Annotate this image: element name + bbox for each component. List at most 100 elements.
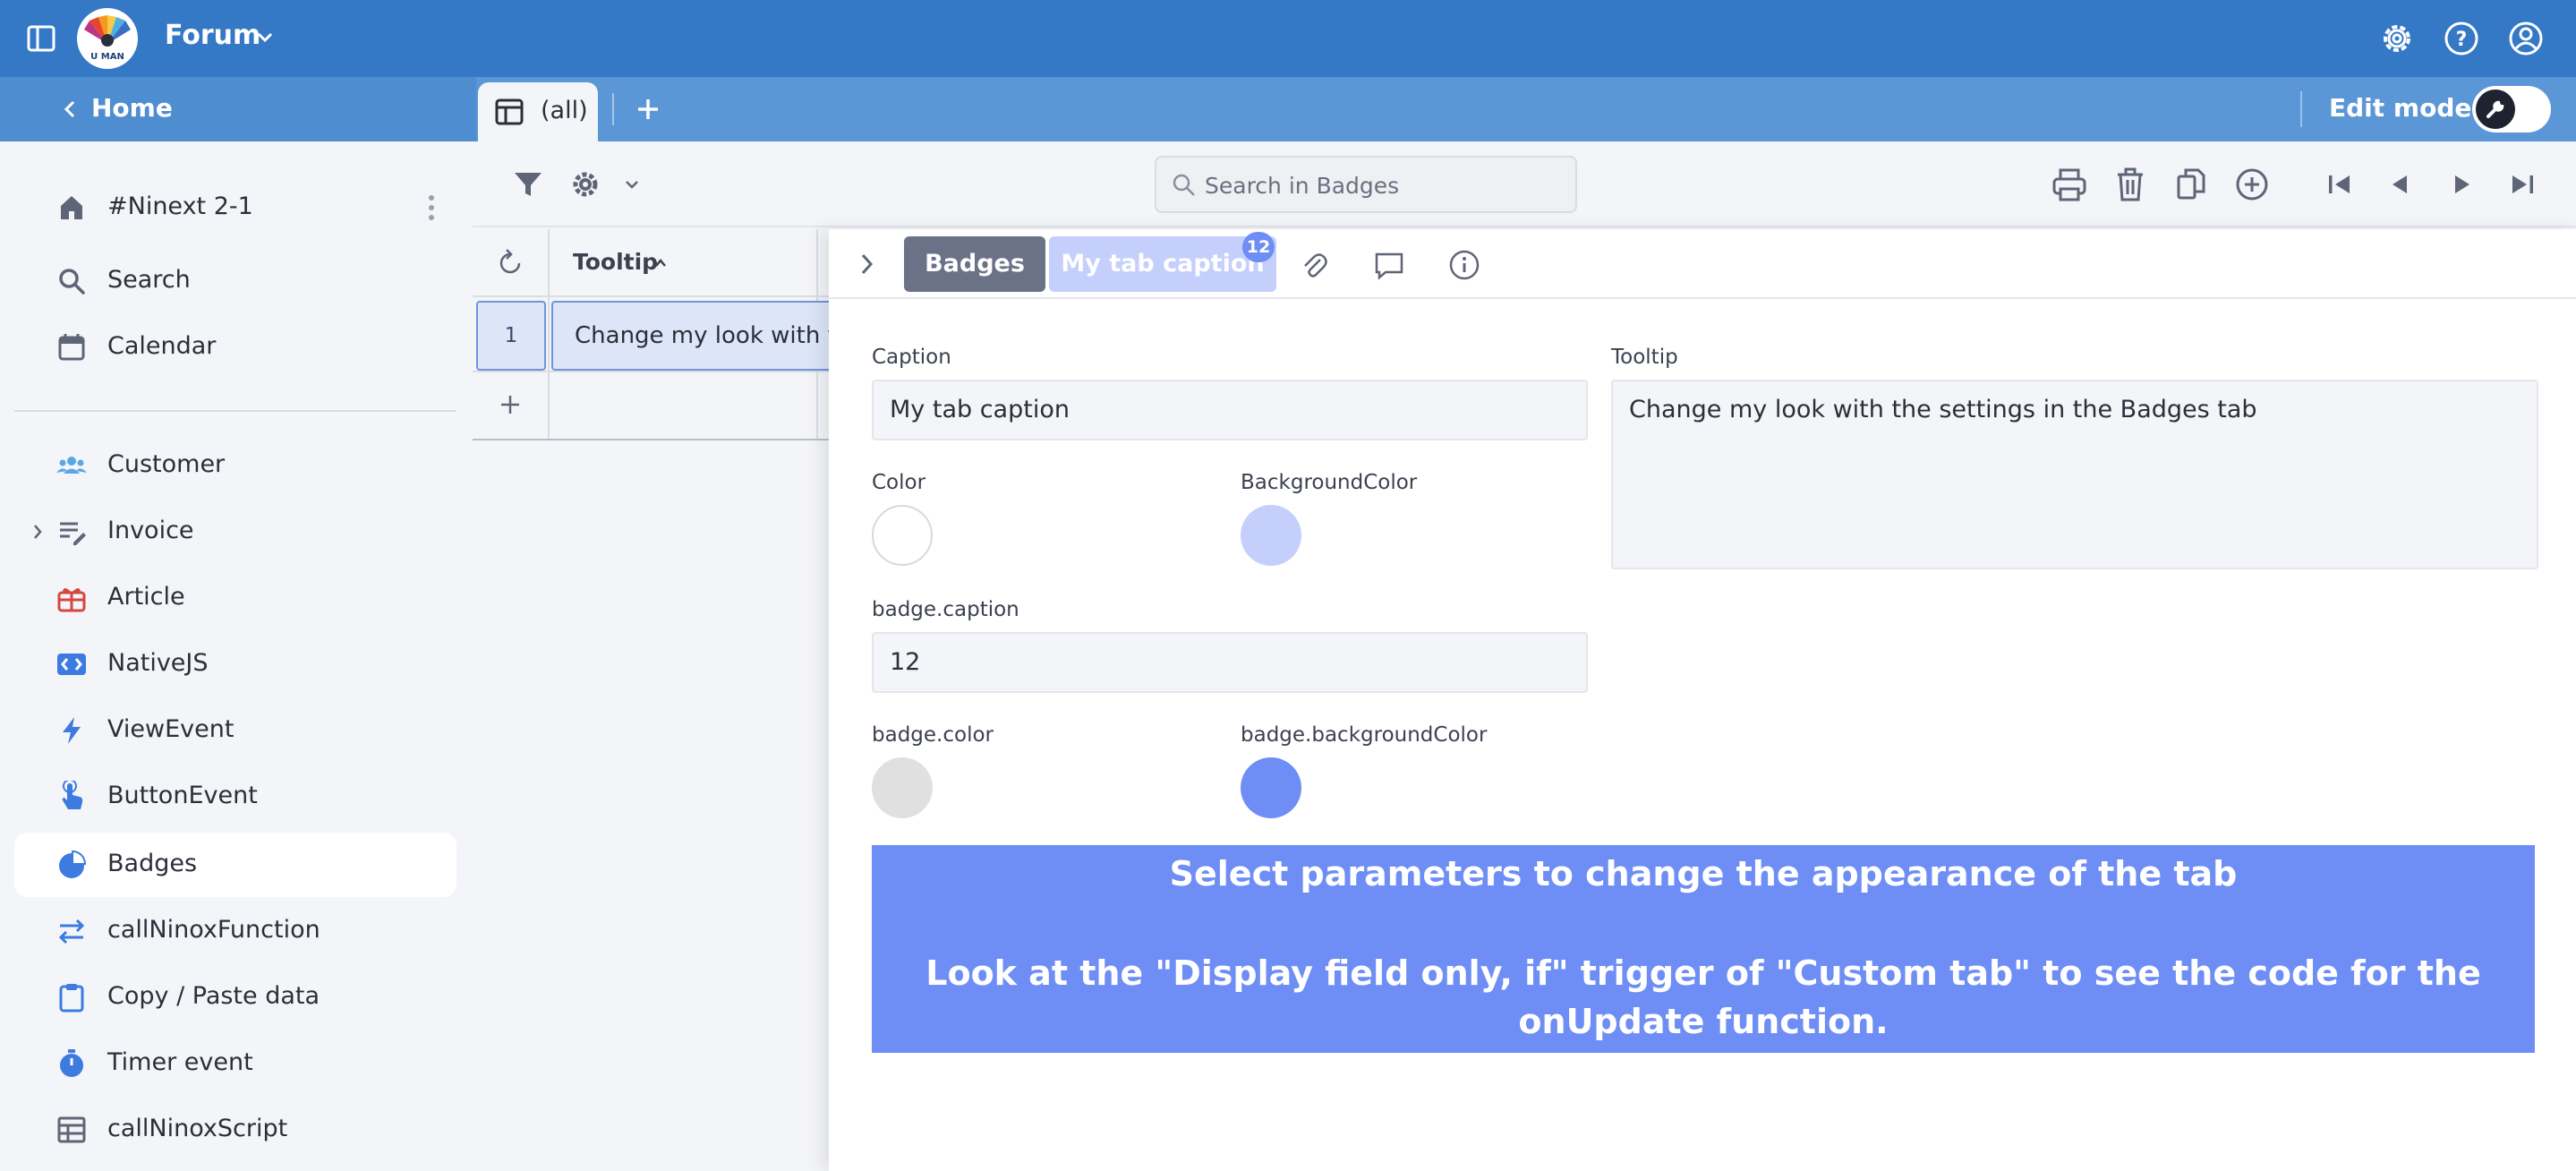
more-options-icon[interactable] [426, 193, 437, 222]
calendar-icon [55, 331, 88, 363]
gift-icon [55, 582, 88, 614]
caption-label: Caption [872, 346, 951, 369]
color-label: Color [872, 471, 926, 494]
record-detail-panel: Badges My tab caption 12 Caption My tab … [829, 229, 2576, 1171]
help-icon[interactable]: ? [2442, 19, 2481, 58]
table-icon [55, 1114, 88, 1146]
edit-mode-label: Edit mode [2329, 93, 2472, 123]
tab-count-badge: 12 [1242, 232, 1275, 262]
sidebar-item-calendar[interactable]: Calendar [14, 315, 456, 380]
trash-icon[interactable] [2111, 165, 2150, 204]
color-swatch[interactable] [872, 505, 933, 566]
bgcolor-swatch[interactable] [1241, 505, 1301, 566]
sidebar-item-search[interactable]: Search [14, 249, 456, 313]
top-bar: U MAN Forum ? [0, 0, 2576, 77]
badge-caption-field[interactable]: 12 [872, 632, 1588, 693]
chevron-left-icon [59, 97, 81, 122]
sidebar-toggle-icon[interactable] [23, 21, 59, 56]
print-icon[interactable] [2050, 165, 2089, 204]
logo-text: U MAN [90, 52, 124, 62]
home-label: Home [91, 93, 173, 123]
sidebar-item-label: Badges [107, 850, 198, 877]
view-tab-all[interactable]: (all) [478, 82, 598, 141]
home-button[interactable]: Home [0, 77, 476, 141]
sidebar: #Ninext 2-1 Search Calendar Customer Inv… [0, 141, 471, 1171]
tab-divider [612, 93, 614, 125]
code-icon [55, 648, 88, 680]
sidebar-item-nativejs[interactable]: NativeJS [14, 632, 456, 697]
search-input[interactable] [1205, 168, 1563, 202]
account-icon[interactable] [2506, 19, 2546, 58]
badge-caption-label: badge.caption [872, 598, 1019, 621]
sidebar-item-timer-event[interactable]: Timer event [14, 1031, 456, 1096]
previous-record-icon[interactable] [2381, 165, 2420, 204]
arrows-icon [55, 915, 88, 947]
gear-icon[interactable] [567, 165, 607, 204]
caption-value: My tab caption [890, 396, 1070, 423]
sidebar-item-badges[interactable]: Badges [14, 833, 456, 897]
timer-icon [55, 1047, 88, 1080]
sidebar-item-ninext[interactable]: #Ninext 2-1 [14, 175, 456, 240]
tooltip-field[interactable]: Change my look with the settings in the … [1611, 380, 2538, 569]
badge-caption-value: 12 [890, 648, 921, 676]
settings-icon[interactable] [2377, 19, 2417, 58]
edit-mode-toggle[interactable] [2472, 86, 2551, 132]
next-record-icon[interactable] [2442, 165, 2481, 204]
records-table: Tooltip 1 Change my look with t [473, 229, 838, 1171]
table-footer-line [473, 439, 831, 440]
badge-bgcolor-swatch[interactable] [1241, 757, 1301, 818]
list-icon [55, 516, 88, 548]
chevron-down-icon[interactable] [254, 27, 276, 48]
column-header-tooltip[interactable]: Tooltip [573, 249, 658, 275]
sidebar-item-viewevent[interactable]: ViewEvent [14, 698, 456, 763]
info-box: Select parameters to change the appearan… [872, 845, 2535, 1053]
edit-divider [2300, 91, 2302, 127]
view-tab-label: (all) [541, 97, 588, 124]
first-record-icon[interactable] [2320, 165, 2359, 204]
home-icon [55, 192, 88, 224]
table-cell[interactable]: Change my look with t [551, 301, 838, 371]
chevron-right-icon[interactable] [30, 521, 45, 543]
caption-field[interactable]: My tab caption [872, 380, 1588, 440]
sidebar-item-article[interactable]: Article [14, 566, 456, 630]
sidebar-item-label: Copy / Paste data [107, 982, 320, 1010]
sidebar-item-buttonevent[interactable]: ButtonEvent [14, 765, 456, 829]
sidebar-item-label: Calendar [107, 332, 217, 360]
comment-icon[interactable] [1371, 247, 1407, 283]
sidebar-item-label: Timer event [107, 1048, 253, 1076]
filter-icon[interactable] [508, 165, 548, 204]
add-view-icon[interactable] [630, 91, 666, 127]
badge-bgcolor-label: badge.backgroundColor [1241, 723, 1488, 747]
chevron-down-icon[interactable] [612, 165, 652, 204]
clipboard-icon [55, 981, 88, 1013]
tab-badges[interactable]: Badges [904, 236, 1045, 292]
row-number[interactable]: 1 [476, 301, 546, 371]
sidebar-item-customer[interactable]: Customer [14, 433, 456, 498]
badge-color-swatch[interactable] [872, 757, 933, 818]
sidebar-item-callninoxscript[interactable]: callNinoxScript [14, 1098, 456, 1162]
lightning-icon [55, 714, 88, 747]
table-view-icon [494, 97, 525, 127]
sidebar-item-label: Customer [107, 450, 226, 478]
sidebar-item-label: callNinoxScript [107, 1115, 288, 1142]
sidebar-item-invoice[interactable]: Invoice [14, 500, 456, 564]
sort-ascending-icon[interactable] [652, 254, 670, 272]
sidebar-item-callninoxfunction[interactable]: callNinoxFunction [14, 899, 456, 963]
info-text: Look at the "Display field only, if" tri… [925, 953, 2481, 1041]
info-icon[interactable] [1446, 247, 1482, 283]
sidebar-item-label: #Ninext 2-1 [107, 192, 253, 220]
add-row-icon[interactable] [494, 389, 526, 421]
pie-icon [55, 849, 88, 881]
paperclip-icon[interactable] [1296, 247, 1332, 283]
search-box[interactable] [1155, 156, 1577, 213]
refresh-icon[interactable] [494, 247, 526, 279]
sidebar-item-label: callNinoxFunction [107, 916, 320, 944]
chevron-right-icon[interactable] [854, 249, 881, 279]
last-record-icon[interactable] [2503, 165, 2542, 204]
record-toolbar [473, 141, 2576, 227]
app-title[interactable]: Forum [165, 20, 260, 51]
sidebar-item-copy-paste[interactable]: Copy / Paste data [14, 965, 456, 1030]
add-record-icon[interactable] [2232, 165, 2272, 204]
duplicate-icon[interactable] [2171, 165, 2211, 204]
tap-icon [55, 781, 88, 813]
